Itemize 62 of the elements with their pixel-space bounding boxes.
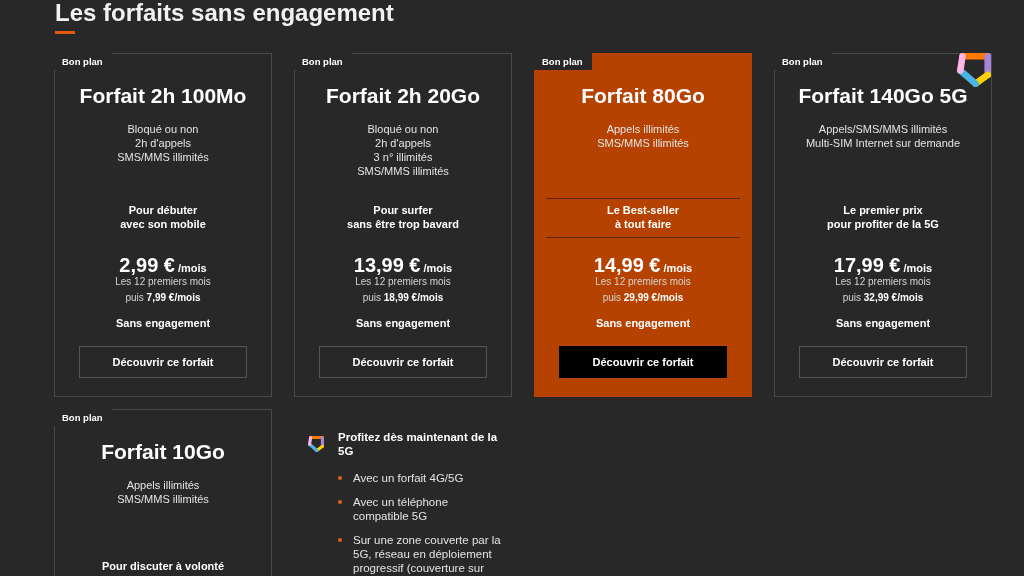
discover-button[interactable]: Découvrir ce forfait <box>559 346 727 378</box>
feature-text: Appels illimités <box>126 478 200 492</box>
later-price-text: puis 29,99 €/mois <box>602 292 684 304</box>
feature-text: Bloqué ou non <box>367 122 439 136</box>
feature-text: Bloqué ou non <box>127 122 199 136</box>
price-amount: 17,99 € <box>833 254 901 276</box>
list-text: Avec un téléphone compatible 5G <box>353 495 450 523</box>
bullet-dot-icon <box>338 538 342 542</box>
feature-text: 3 n° illimités <box>373 150 433 164</box>
list-text: Sur une zone couverte par la 5G, réseau en déploiement progressif (couverture sur <box>353 533 502 575</box>
discover-button[interactable]: Découvrir ce forfait <box>319 346 487 378</box>
commitment-text: Sans engagement <box>595 316 691 330</box>
price-note: Les 12 premiers mois <box>595 276 691 288</box>
feature-text: SMS/MMS illimités <box>597 136 689 150</box>
feature-text: 2h d'appels <box>135 136 191 150</box>
feature-text: SMS/MMS illimités <box>117 150 209 164</box>
later-price-text: puis 32,99 €/mois <box>842 292 924 304</box>
price-amount: 2,99 € <box>119 254 175 276</box>
feature-text: Multi-SIM Internet sur demande <box>805 136 961 150</box>
feature-text: 2h d'appels <box>375 136 431 150</box>
pentagon-ring-icon <box>308 436 324 452</box>
commitment-text: Sans engagement <box>835 316 931 330</box>
plan-tagline: Le premier prix pour profiter de la 5G <box>827 203 939 231</box>
bullet-dot-icon <box>338 500 342 504</box>
later-price-text: puis 18,99 €/mois <box>362 292 444 304</box>
price-note: Les 12 premiers mois <box>115 276 211 288</box>
discover-button[interactable]: Découvrir ce forfait <box>79 346 247 378</box>
plan-title: Forfait 80Go <box>581 85 705 107</box>
feature-text: SMS/MMS illimités <box>117 492 209 506</box>
price-period: /mois <box>903 262 933 274</box>
price-period: /mois <box>177 262 207 274</box>
plan-title: Forfait 10Go <box>101 441 225 463</box>
plan-title: Forfait 2h 100Mo <box>79 85 247 107</box>
later-price-text: puis 7,99 €/mois <box>125 292 201 304</box>
offer-tag: Bon plan <box>54 409 112 426</box>
feature-text: Appels/SMS/MMS illimités <box>818 122 948 136</box>
plan-tagline: Pour discuter à volonté <box>101 559 225 573</box>
commitment-text: Sans engagement <box>355 316 451 330</box>
price-period: /mois <box>423 262 453 274</box>
price-note: Les 12 premiers mois <box>355 276 451 288</box>
price-period: /mois <box>663 262 693 274</box>
plan-title: Forfait 140Go 5G <box>798 85 968 107</box>
offer-tag: Bon plan <box>774 53 832 70</box>
price-note: Les 12 premiers mois <box>835 276 931 288</box>
feature-text: SMS/MMS illimités <box>357 164 449 178</box>
page-heading: Les forfaits sans engagement <box>55 0 394 26</box>
plan-tagline: Pour débuter avec son mobile <box>120 203 206 231</box>
commitment-text: Sans engagement <box>115 316 211 330</box>
plan-tagline: Le Best-seller à tout faire <box>606 203 680 231</box>
price-amount: 14,99 € <box>593 254 661 276</box>
feature-text: Appels illimités <box>606 122 680 136</box>
info-title: Profitez dès maintenant de la 5G <box>338 430 499 458</box>
list-text: Avec un forfait 4G/5G <box>353 471 465 485</box>
plan-title: Forfait 2h 20Go <box>326 85 480 107</box>
price-amount: 13,99 € <box>353 254 421 276</box>
offer-tag: Bon plan <box>534 53 592 70</box>
heading-underline <box>55 31 75 34</box>
bullet-dot-icon <box>338 476 342 480</box>
offer-tag: Bon plan <box>294 53 352 70</box>
offer-tag: Bon plan <box>54 53 112 70</box>
plan-tagline: Pour surfer sans être trop bavard <box>347 203 459 231</box>
discover-button[interactable]: Découvrir ce forfait <box>799 346 967 378</box>
